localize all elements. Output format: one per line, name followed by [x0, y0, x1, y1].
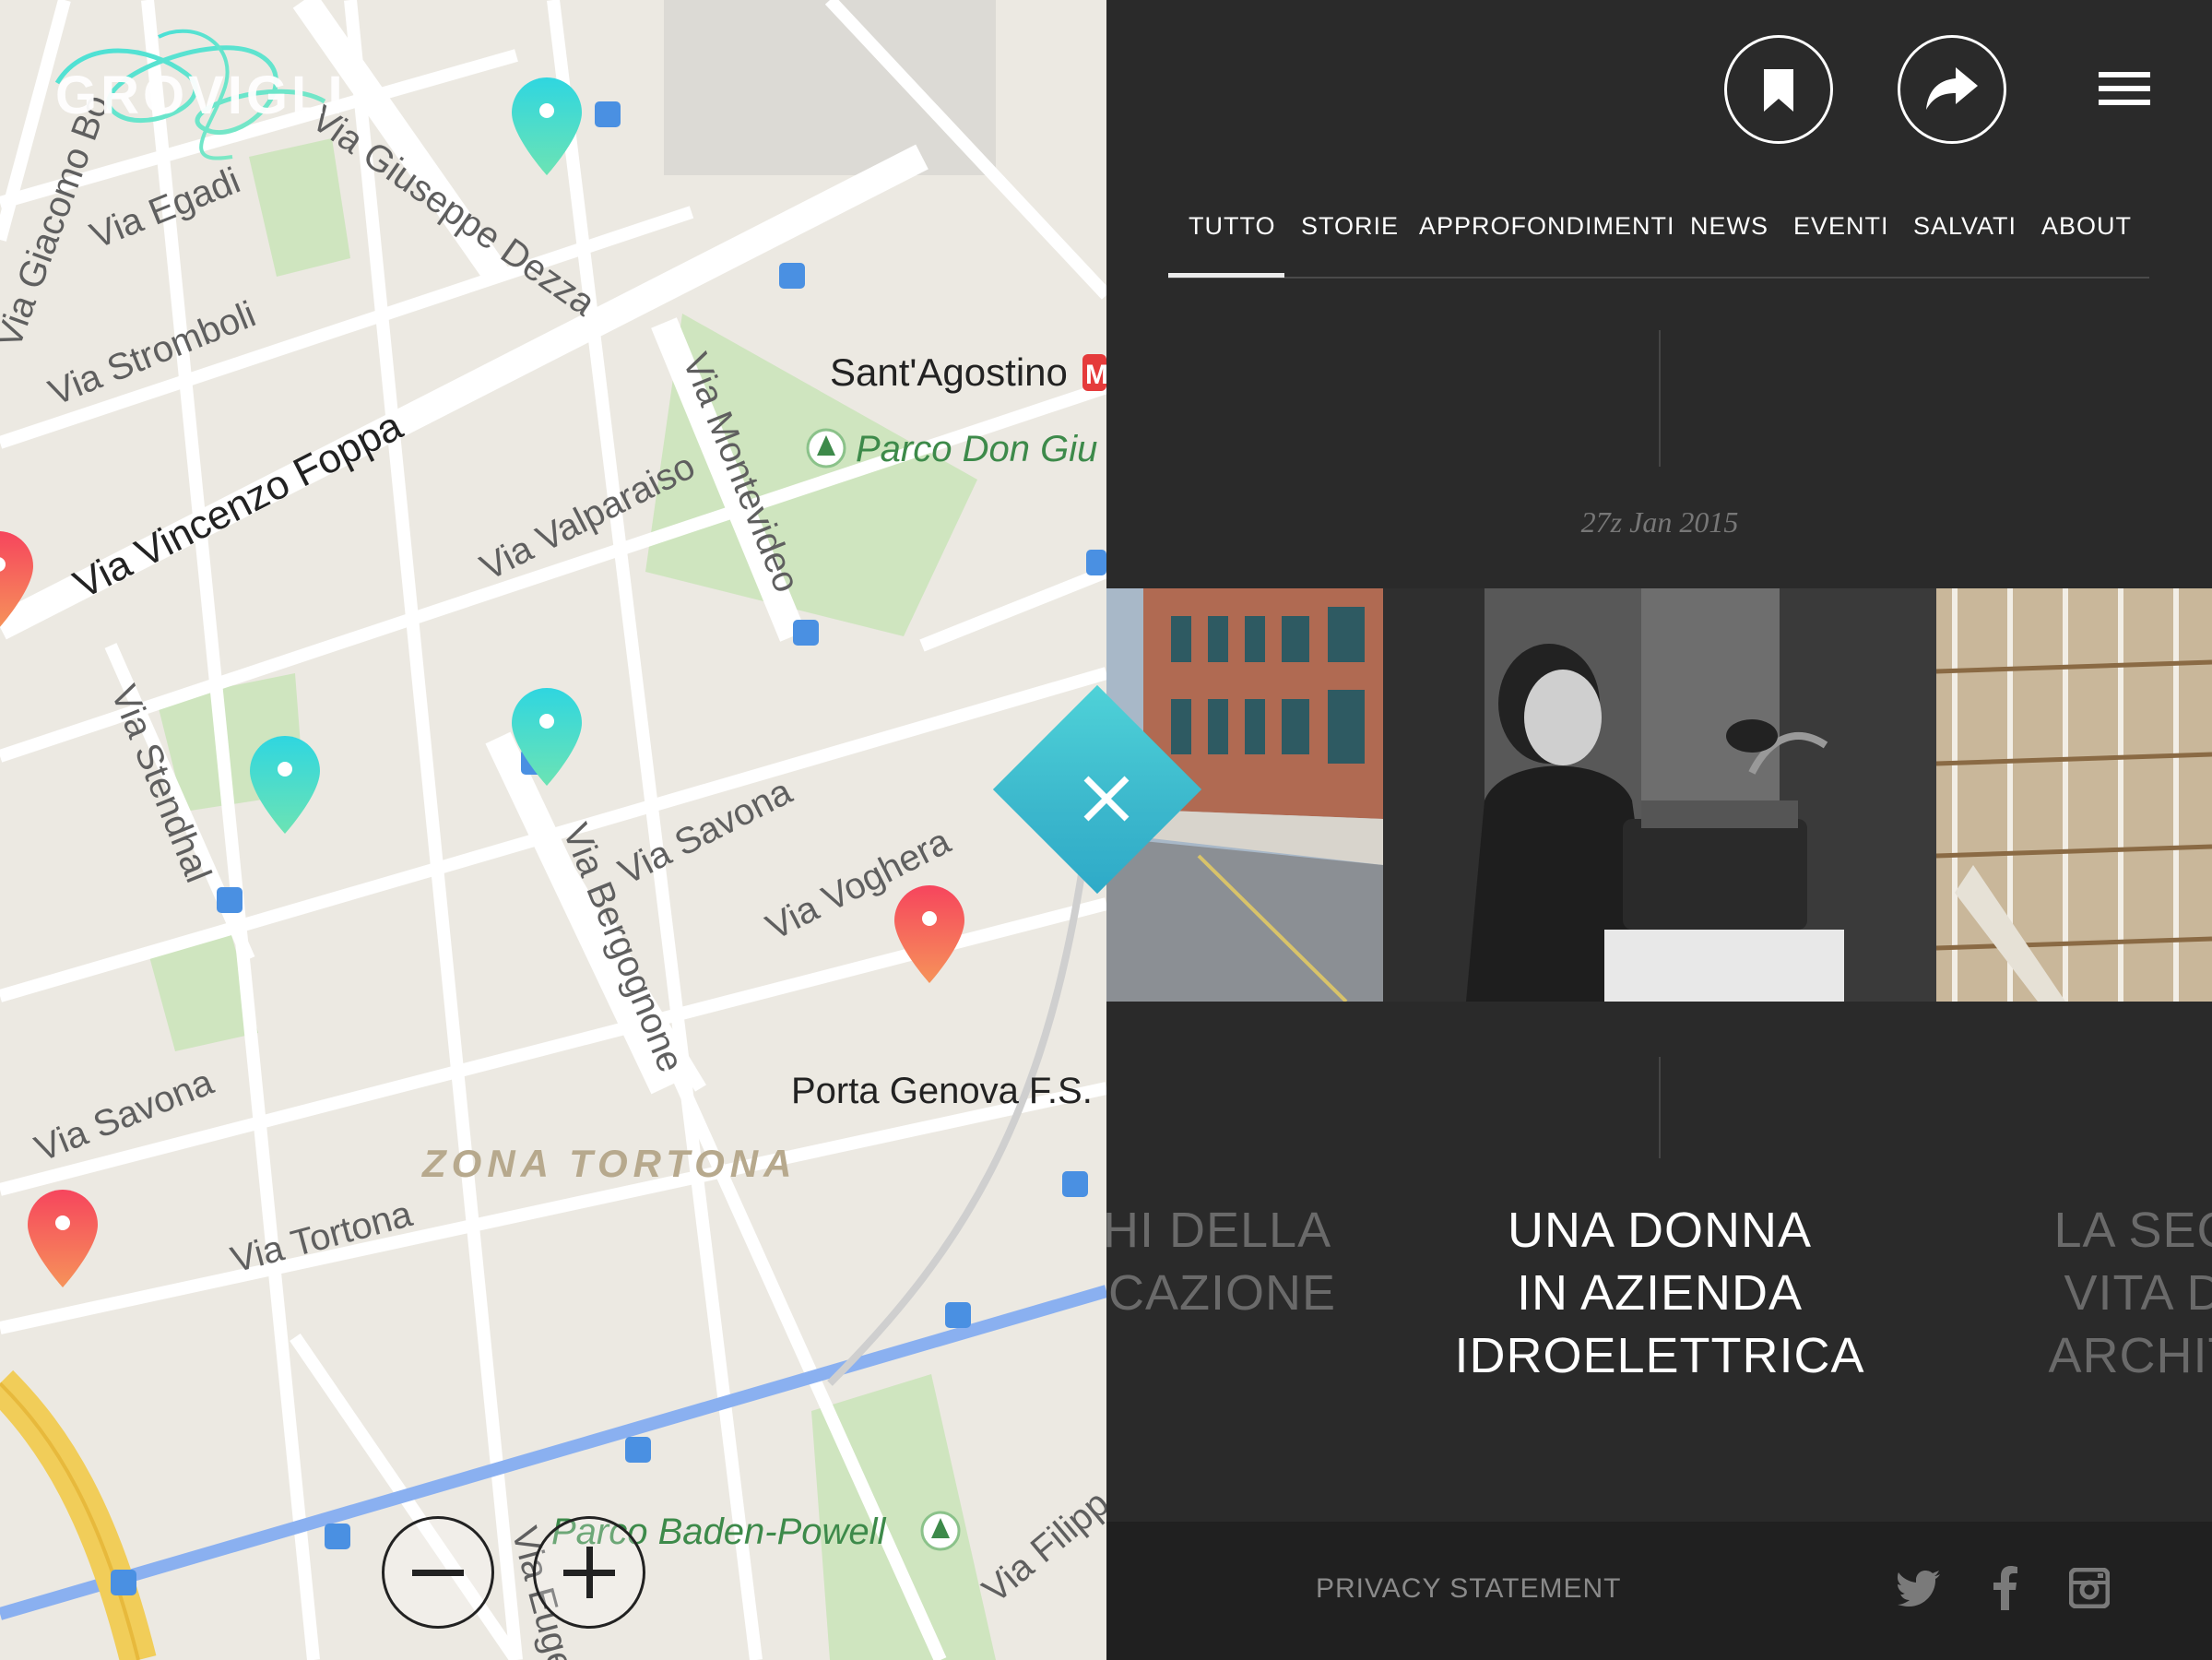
story-image-main[interactable]	[1383, 588, 1936, 1002]
story-title-line: LA SEC	[2053, 1203, 2212, 1258]
footer	[1106, 1522, 2212, 1660]
map-pin-teal[interactable]	[512, 688, 582, 786]
story-title-line: ARCHIT	[2048, 1328, 2212, 1383]
active-tab-indicator	[1168, 273, 1284, 278]
tab-news[interactable]: NEWS	[1690, 212, 1768, 241]
map-pin-red[interactable]	[0, 531, 33, 629]
map-view[interactable]: Via Giacomo Bo Via Egadi Via Giuseppe De…	[0, 0, 1106, 1660]
zoom-in-button[interactable]	[533, 1516, 645, 1629]
map-pin-red[interactable]	[894, 885, 964, 983]
share-button[interactable]	[1898, 35, 2006, 144]
street-label: Via Filipp	[976, 1483, 1106, 1611]
story-title-line: CAZIONE	[1108, 1265, 1337, 1321]
share-icon	[1926, 67, 1978, 110]
hamburger-menu-icon[interactable]	[2099, 72, 2150, 105]
story-title-line: VITA D	[2064, 1265, 2212, 1321]
street-label: Via Tortona	[227, 1193, 417, 1281]
instagram-icon[interactable]	[2069, 1568, 2110, 1608]
tab-salvati[interactable]: SALVATI	[1913, 212, 2017, 241]
story-title-line: UNA DONNA	[1507, 1203, 1813, 1258]
place-label: Parco Don Giu	[856, 429, 1097, 469]
story-title-line: IDROELETTRICA	[1454, 1328, 1865, 1383]
street-label: Via Vincenzo Foppa	[66, 403, 409, 608]
tab-eventi[interactable]: EVENTI	[1793, 212, 1889, 241]
map-pin-teal[interactable]	[512, 77, 582, 175]
map-canvas[interactable]: Via Giacomo Bo Via Egadi Via Giuseppe De…	[0, 0, 1106, 1660]
privacy-statement-link[interactable]: PRIVACY STATEMENT	[1316, 1573, 1622, 1605]
tab-approfondimenti[interactable]: APPROFONDIMENTI	[1419, 212, 1675, 241]
story-title-current[interactable]: UNA DONNA IN AZIENDA IDROELETTRICA	[1429, 1199, 1890, 1387]
story-title-next-clip: LA SEC VITA D ARCHIT	[2010, 1199, 2212, 1393]
story-date: 27z Jan 2015	[1580, 505, 1739, 539]
map-pin-red[interactable]	[28, 1190, 98, 1287]
tab-tutto[interactable]: TUTTO	[1189, 212, 1276, 241]
story-title-next[interactable]: LA SEC VITA D ARCHIT	[2010, 1199, 2212, 1387]
zoom-out-button[interactable]	[382, 1516, 494, 1629]
tab-storie[interactable]: STORIE	[1301, 212, 1399, 241]
story-carousel[interactable]	[1106, 588, 2212, 1002]
map-pin-teal[interactable]	[250, 736, 320, 834]
divider-line	[1659, 330, 1661, 467]
twitter-icon[interactable]	[1898, 1570, 1940, 1607]
app-logo[interactable]: GROVIGLI	[55, 65, 347, 126]
place-label: Sant'Agostino	[830, 350, 1068, 394]
bookmark-button[interactable]	[1724, 35, 1833, 144]
close-icon	[1083, 776, 1130, 822]
story-title-line: IN AZIENDA	[1516, 1265, 1804, 1321]
minus-icon	[412, 1570, 464, 1576]
category-tabs: TUTTO STORIE APPROFONDIMENTI NEWS EVENTI…	[1168, 212, 2149, 279]
place-label: Porta Genova F.S.	[791, 1071, 1093, 1111]
plus-icon-vertical	[586, 1547, 593, 1598]
story-title-line: HI DELLA	[1103, 1203, 1332, 1258]
zone-label: ZONA TORTONA	[421, 1142, 797, 1185]
tab-about[interactable]: ABOUT	[2041, 212, 2132, 241]
story-title-prev[interactable]: HI DELLA CAZIONE	[1060, 1199, 1336, 1324]
facebook-icon[interactable]	[1993, 1566, 2017, 1610]
story-image-right[interactable]	[1936, 588, 2212, 1002]
bookmark-icon	[1764, 69, 1793, 112]
metro-badge: M	[1085, 360, 1106, 390]
divider-line	[1659, 1057, 1661, 1158]
